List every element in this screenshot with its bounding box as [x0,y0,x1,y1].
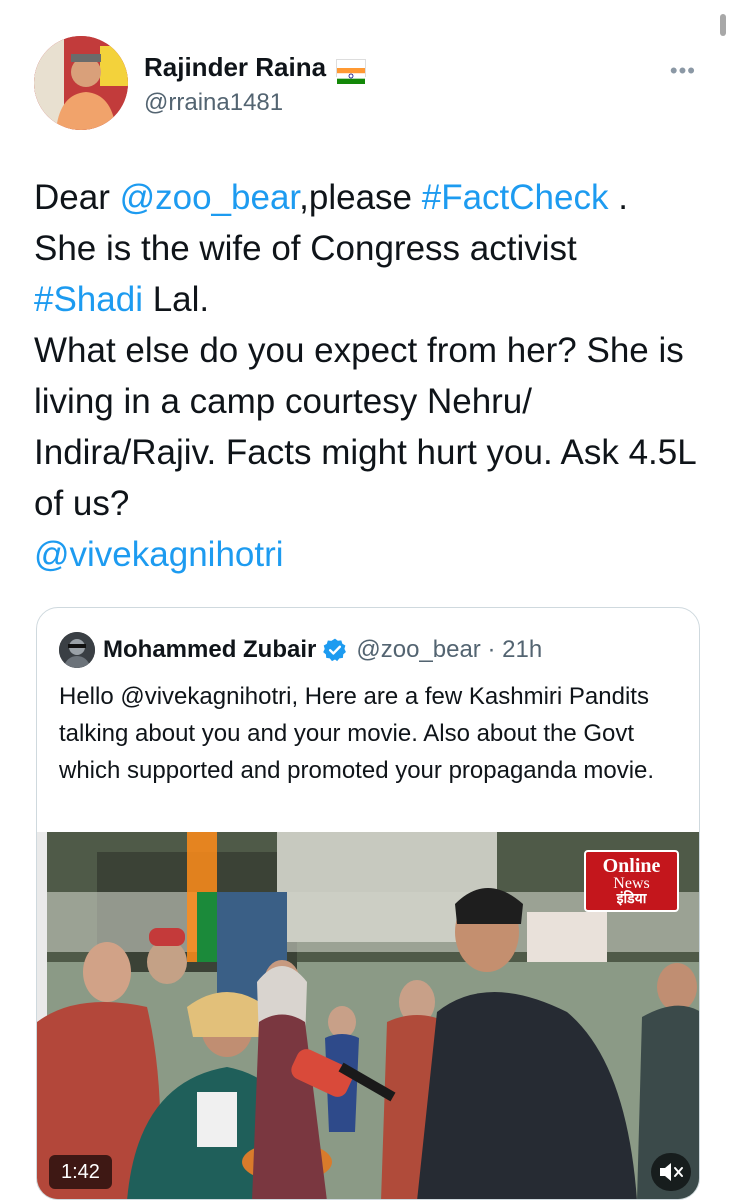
video-player[interactable]: Online News इंडिया 1:42 [37,832,699,1199]
quoted-tweet-card[interactable]: Mohammed Zubair @zoo_bear · 21h Hello @v… [36,607,700,1200]
text-please: ,please [299,178,422,217]
mute-button[interactable] [651,1153,691,1191]
verified-badge-icon [323,638,347,662]
quoted-author-handle[interactable]: @zoo_bear · 21h [356,636,542,664]
tweet-text: Dear @zoo_bear,please #FactCheck . She i… [34,172,704,580]
scroll-indicator[interactable] [720,14,726,36]
tweet-header: Rajinder Raina @rraina1481 ••• [34,36,704,132]
india-flag-icon [336,58,367,84]
mention-zoo-bear[interactable]: @zoo_bear [120,178,300,217]
quoted-avatar[interactable] [59,632,95,668]
more-options-button[interactable]: ••• [670,58,696,84]
text-lal: Lal. [142,280,210,319]
author-handle[interactable]: @rraina1481 [144,89,366,117]
logo-line2: News [613,875,650,892]
video-duration-badge: 1:42 [49,1155,112,1189]
hashtag-shadi[interactable]: #Shadi [34,280,143,319]
text-dear: Dear [34,178,120,217]
text-period: . [608,178,628,217]
quoted-author-name[interactable]: Mohammed Zubair [103,636,316,664]
logo-line3: इंडिया [616,892,647,907]
quoted-tweet-header: Mohammed Zubair @zoo_bear · 21h [59,630,689,670]
text-rest: What else do you expect from her? She is… [34,331,696,523]
online-news-logo: Online News इंडिया [584,850,679,912]
mention-vivekagnihotri[interactable]: @vivekagnihotri [34,535,284,574]
hashtag-factcheck[interactable]: #FactCheck [422,178,609,217]
logo-line1: Online [602,855,661,877]
speaker-muted-icon [660,1163,683,1181]
avatar[interactable] [34,36,128,130]
quoted-tweet-text: Hello @vivekagnihotri, Here are a few Ka… [59,683,655,784]
author-name[interactable]: Rajinder Raina [144,52,326,83]
text-wife: She is the wife of Congress activist [34,229,577,268]
